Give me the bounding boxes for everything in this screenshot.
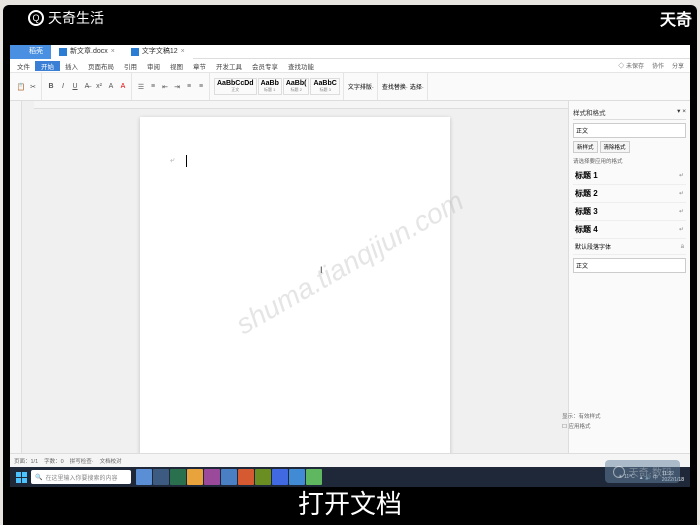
task-icon[interactable] <box>204 469 220 485</box>
paragraph-mark-icon: ⤶ <box>170 155 174 165</box>
style-heading1[interactable]: 标题 1↵ <box>573 167 686 185</box>
task-icon[interactable] <box>153 469 169 485</box>
indent-left-icon[interactable]: ⇤ <box>160 82 170 92</box>
mouse-cursor-icon: I <box>320 265 323 275</box>
top-right-text: 天奇 <box>660 6 692 30</box>
task-icon[interactable] <box>136 469 152 485</box>
menu-dev[interactable]: 开发工具 <box>211 61 247 71</box>
style-heading2[interactable]: 标题 2↵ <box>573 185 686 203</box>
find-replace-btn[interactable]: 查找替换· <box>382 82 408 91</box>
list-bullet-icon[interactable]: ☰ <box>136 82 146 92</box>
style-heading3[interactable]: 标题 3↵ <box>573 203 686 221</box>
font-color-icon[interactable]: A <box>118 82 128 92</box>
panel-footer: 显示：有效样式 ☐ 应用格式 <box>562 411 676 431</box>
list-number-icon[interactable]: ≡ <box>148 82 158 92</box>
btn-collab[interactable]: 协作 <box>648 61 668 70</box>
align-left-icon[interactable]: ≡ <box>184 82 194 92</box>
text-layout-btn[interactable]: 文字排版· <box>348 82 374 91</box>
brand-overlay: Q 天奇生活 <box>28 8 104 28</box>
task-icon[interactable] <box>170 469 186 485</box>
brand-text: 天奇生活 <box>48 8 104 28</box>
menu-member[interactable]: 会员专享 <box>247 61 283 71</box>
menu-bar: 文件 开始 插入 页面布局 引用 审阅 视图 章节 开发工具 会员专享 查找功能… <box>10 59 690 73</box>
style-body[interactable]: 正文 <box>573 258 686 273</box>
watermark-corner: 天奇·数码 <box>605 460 680 483</box>
highlight-icon[interactable]: A <box>106 82 116 92</box>
style-gallery[interactable]: AaBbCcDd正文 AaBb标题 1 AaBb(标题 2 AaBbC标题 3 <box>211 73 344 100</box>
bold-icon[interactable]: B <box>46 82 56 92</box>
select-btn[interactable]: 选择· <box>410 82 424 91</box>
indent-right-icon[interactable]: ⇥ <box>172 82 182 92</box>
align-center-icon[interactable]: ≡ <box>196 82 206 92</box>
italic-icon[interactable]: I <box>58 82 68 92</box>
btn-share[interactable]: 分享 <box>668 61 688 70</box>
page-count[interactable]: 页面：1/1 <box>14 457 38 465</box>
text-cursor <box>186 155 187 167</box>
status-bar: 页面：1/1 字数：0 拼写检查· 文档校对 <box>10 453 690 467</box>
horizontal-ruler <box>34 101 568 109</box>
menu-home[interactable]: 开始 <box>35 61 60 71</box>
word-count[interactable]: 字数：0 <box>44 457 64 465</box>
new-style-button[interactable]: 新样式 <box>573 141 598 153</box>
super-icon[interactable]: x² <box>94 82 104 92</box>
brand-icon: Q <box>28 10 44 26</box>
panel-close-icon[interactable]: ▾ × <box>677 107 686 117</box>
document-viewport[interactable]: ⤶ I <box>22 101 568 453</box>
document-page[interactable]: ⤶ I <box>140 117 450 453</box>
strike-icon[interactable]: A̶ <box>82 82 92 92</box>
status-unsaved[interactable]: ◇ 未保存 <box>614 61 648 70</box>
current-style-select[interactable]: 正文 <box>573 123 686 138</box>
taskbar-search[interactable]: 🔍 在这里输入你要搜索的内容 <box>31 470 131 484</box>
tab-doc1[interactable]: 新文章.docx× <box>51 45 123 59</box>
task-icon[interactable] <box>289 469 305 485</box>
title-bar: 稻壳 新文章.docx× 文字文稿12× <box>10 45 690 59</box>
apply-label: 请选择要应用的格式 <box>573 157 686 165</box>
ribbon-toolbar: 📋 ✂ B I U A̶ x² A A ☰ ≡ ⇤ ⇥ ≡ ≡ AaBbCcDd… <box>10 73 690 101</box>
task-icon[interactable] <box>306 469 322 485</box>
task-icon[interactable] <box>221 469 237 485</box>
menu-layout[interactable]: 页面布局 <box>83 61 119 71</box>
spell-check[interactable]: 拼写检查· <box>70 457 94 465</box>
task-icon[interactable] <box>238 469 254 485</box>
task-icon[interactable] <box>272 469 288 485</box>
tab-doc2[interactable]: 文字文稿12× <box>123 45 193 59</box>
task-icon[interactable] <box>255 469 271 485</box>
paste-icon[interactable]: 📋 <box>16 82 26 92</box>
cut-icon[interactable]: ✂ <box>28 82 38 92</box>
vertical-ruler <box>10 101 22 453</box>
menu-view[interactable]: 视图 <box>165 61 188 71</box>
underline-icon[interactable]: U <box>70 82 80 92</box>
style-default-font[interactable]: 默认段落字体a <box>573 239 686 255</box>
menu-ref[interactable]: 引用 <box>119 61 142 71</box>
menu-chapter[interactable]: 章节 <box>188 61 211 71</box>
task-icon[interactable] <box>187 469 203 485</box>
menu-review[interactable]: 审阅 <box>142 61 165 71</box>
style-heading4[interactable]: 标题 4↵ <box>573 221 686 239</box>
doc-proof[interactable]: 文档校对 <box>100 457 122 465</box>
video-caption: 打开文档 <box>0 484 700 521</box>
clear-format-button[interactable]: 清除格式 <box>600 141 630 153</box>
menu-insert[interactable]: 插入 <box>60 61 83 71</box>
menu-file[interactable]: 文件 <box>12 61 35 71</box>
panel-title: 样式和格式 <box>573 107 606 117</box>
tab-home[interactable]: 稻壳 <box>10 45 51 59</box>
menu-search[interactable]: 查找功能 <box>283 61 319 71</box>
styles-panel: 样式和格式 ▾ × 正文 新样式 清除格式 请选择要应用的格式 标题 1↵ 标题 … <box>568 101 690 453</box>
